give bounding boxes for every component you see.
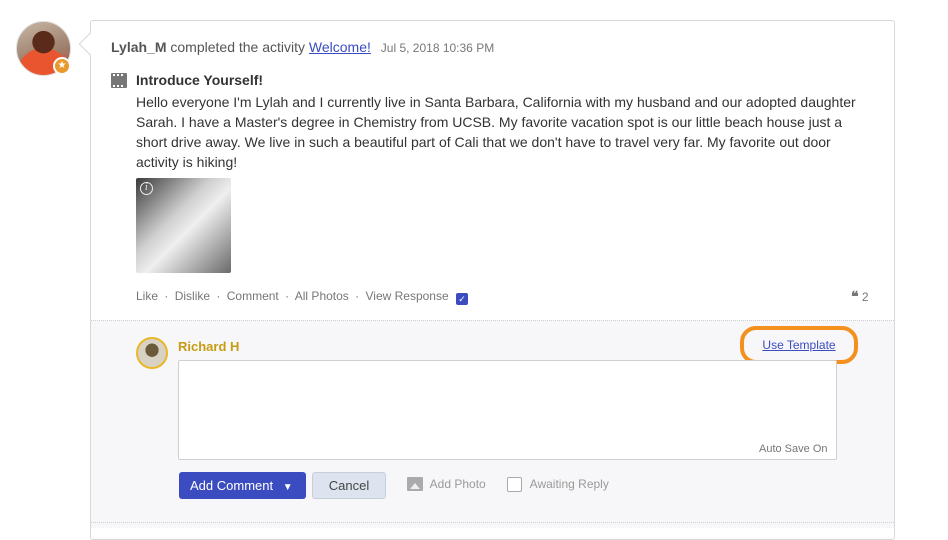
- post-body: Hello everyone I'm Lylah and I currently…: [136, 94, 856, 170]
- info-icon[interactable]: i: [140, 182, 153, 195]
- post-photo[interactable]: i: [136, 178, 231, 273]
- all-photos-link[interactable]: All Photos: [295, 289, 349, 303]
- awaiting-reply-checkbox[interactable]: [507, 477, 522, 492]
- separator: ·: [216, 289, 221, 303]
- star-icon: ★: [53, 57, 71, 75]
- chevron-down-icon[interactable]: ▼: [283, 482, 293, 493]
- post-title: Introduce Yourself!: [136, 72, 264, 88]
- quote-count[interactable]: ❝ 2: [851, 289, 869, 305]
- divider: [91, 522, 894, 523]
- checkbox-checked-icon[interactable]: ✓: [456, 293, 468, 305]
- post-actions: Like · Dislike · Comment · All Photos · …: [136, 289, 468, 305]
- like-link[interactable]: Like: [136, 289, 158, 303]
- quote-icon: ❝: [851, 289, 859, 305]
- activity-header: Lylah_M completed the activity Welcome! …: [111, 39, 494, 55]
- comment-input[interactable]: [178, 360, 837, 460]
- commenter-avatar: [136, 337, 168, 369]
- add-comment-label: Add Comment: [190, 478, 274, 493]
- use-template-link[interactable]: Use Template: [740, 326, 858, 364]
- cancel-button[interactable]: Cancel: [312, 472, 386, 499]
- separator: ·: [164, 289, 169, 303]
- auto-save-status: Auto Save On: [759, 443, 828, 455]
- awaiting-reply-label: Awaiting Reply: [529, 477, 609, 491]
- awaiting-reply-toggle[interactable]: Awaiting Reply: [507, 477, 609, 492]
- username[interactable]: Lylah_M: [111, 39, 167, 55]
- photo-icon: [407, 477, 423, 491]
- quote-count-value: 2: [861, 290, 869, 304]
- activity-link[interactable]: Welcome!: [309, 39, 371, 55]
- comment-link[interactable]: Comment: [227, 289, 279, 303]
- commenter-name[interactable]: Richard H: [178, 339, 239, 354]
- separator: ·: [355, 289, 360, 303]
- action-text: completed the activity: [170, 39, 306, 55]
- separator: ·: [285, 289, 290, 303]
- add-comment-button[interactable]: Add Comment ▼: [179, 472, 306, 499]
- add-photo-label: Add Photo: [429, 477, 486, 491]
- dislike-link[interactable]: Dislike: [175, 289, 210, 303]
- film-icon: [111, 73, 127, 88]
- add-photo-button[interactable]: Add Photo: [407, 477, 486, 491]
- timestamp: Jul 5, 2018 10:36 PM: [380, 41, 495, 55]
- view-response-link[interactable]: View Response: [365, 289, 448, 303]
